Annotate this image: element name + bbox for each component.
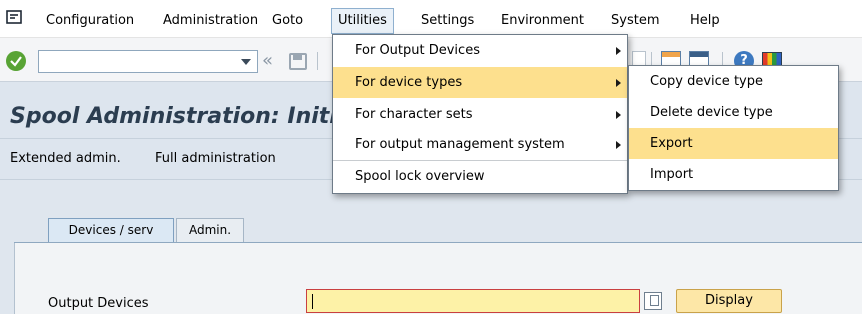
menu-item-for-device-types[interactable]: For device types: [333, 67, 627, 98]
tab-devices-servers-label: Devices / serv: [68, 223, 154, 237]
menu-administration[interactable]: Administration: [163, 11, 258, 31]
menu-item-delete-device-type[interactable]: Delete device type: [629, 97, 838, 128]
menu-utilities[interactable]: Utilities: [331, 8, 394, 34]
menu-configuration-label: Configuration: [46, 13, 135, 28]
menu-item-export[interactable]: Export: [629, 128, 838, 159]
menu-item-import[interactable]: Import: [629, 159, 838, 190]
menu-goto[interactable]: Goto: [272, 11, 303, 31]
menu-item-label: Delete device type: [650, 105, 773, 120]
menu-icon[interactable]: [6, 9, 22, 25]
menu-item-label: Spool lock overview: [355, 169, 485, 184]
menu-help-label: Help: [690, 13, 720, 28]
submenu-arrow-icon: [616, 79, 621, 87]
menu-item-label: For output management system: [355, 137, 565, 152]
menu-item-for-character-sets[interactable]: For character sets: [333, 99, 627, 130]
tab-admin-label: Admin.: [188, 223, 232, 237]
menu-item-for-output-management-system[interactable]: For output management system: [333, 129, 627, 160]
enter-check-icon[interactable]: [6, 51, 26, 71]
output-devices-input[interactable]: [307, 290, 639, 312]
command-field[interactable]: [38, 50, 258, 73]
output-devices-field[interactable]: [306, 289, 640, 313]
submenu-arrow-icon: [616, 111, 621, 119]
display-button[interactable]: Display: [676, 289, 782, 313]
menu-environment-label: Environment: [501, 13, 585, 28]
menu-goto-label: Goto: [272, 13, 304, 28]
chevron-down-icon[interactable]: [241, 59, 251, 65]
text-cursor: [312, 294, 313, 309]
tab-devices-servers[interactable]: Devices / serv: [48, 218, 174, 242]
save-icon[interactable]: [289, 53, 307, 70]
menu-item-label: Copy device type: [650, 74, 763, 89]
menu-environment[interactable]: Environment: [501, 11, 584, 31]
menu-configuration[interactable]: Configuration: [46, 11, 134, 31]
menu-utilities-label: Utilities: [338, 13, 387, 28]
output-devices-label: Output Devices: [48, 296, 149, 311]
menu-administration-label: Administration: [163, 13, 259, 28]
submenu-arrow-icon: [616, 47, 621, 55]
tab-admin[interactable]: Admin.: [176, 218, 244, 242]
menu-item-label: Export: [650, 136, 693, 151]
menu-item-copy-device-type[interactable]: Copy device type: [629, 66, 838, 97]
toolbar-divider: [317, 52, 318, 70]
menu-bar: Configuration Administration Goto Utilit…: [0, 0, 862, 38]
value-help-icon[interactable]: [644, 292, 662, 310]
double-chevron-left-icon[interactable]: «: [262, 51, 273, 71]
device-types-submenu: Copy device type Delete device type Expo…: [628, 65, 839, 191]
command-input[interactable]: [39, 51, 229, 72]
menu-item-for-output-devices[interactable]: For Output Devices: [333, 35, 627, 66]
menu-system-label: System: [611, 13, 660, 28]
menu-item-label: For character sets: [355, 107, 473, 122]
menu-settings[interactable]: Settings: [421, 11, 474, 31]
menu-item-spool-lock-overview[interactable]: Spool lock overview: [333, 161, 627, 192]
menu-help[interactable]: Help: [690, 11, 720, 31]
utilities-menu: For Output Devices For device types For …: [332, 34, 628, 194]
extended-admin-button[interactable]: Extended admin.: [10, 151, 121, 166]
full-administration-button[interactable]: Full administration: [155, 151, 276, 166]
menu-item-label: Import: [650, 167, 694, 182]
menu-item-label: For device types: [355, 75, 463, 90]
menu-item-label: For Output Devices: [355, 43, 480, 58]
page-title: Spool Administration: Initia: [10, 104, 352, 129]
submenu-arrow-icon: [616, 141, 621, 149]
menu-system[interactable]: System: [611, 11, 659, 31]
menu-settings-label: Settings: [421, 13, 475, 28]
